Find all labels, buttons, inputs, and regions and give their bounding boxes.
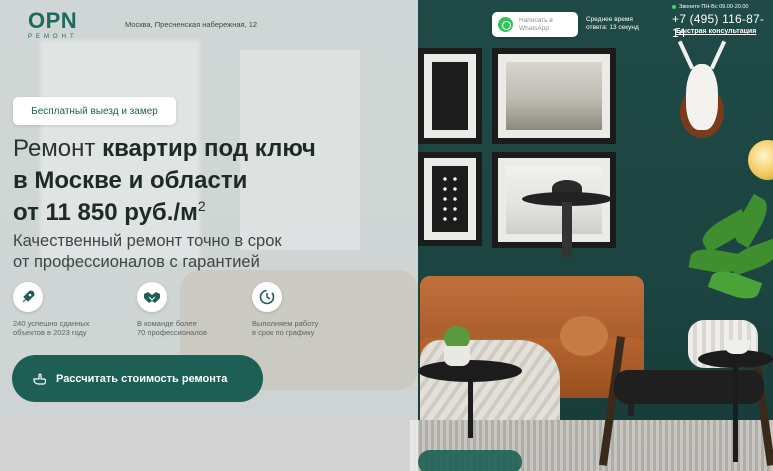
page-title: Ремонт квартир под ключ в Москве и облас… [13, 133, 316, 229]
cup [724, 340, 750, 354]
feature-line1: 240 успешно сданных [13, 319, 90, 328]
pointer-hand-icon [33, 373, 47, 385]
feature-item: 240 успешно сданных объектов в 2023 году [13, 282, 89, 337]
whatsapp-button[interactable]: Написать в WhatsApp [492, 12, 578, 37]
rocket-icon [13, 282, 43, 312]
armchair [598, 306, 773, 466]
logo-text: OPN [28, 8, 78, 33]
reply-time-info: Среднее время ответа: 13 секунд [586, 16, 639, 32]
online-dot-icon [672, 5, 676, 9]
feature-line1: В команде более [137, 319, 197, 328]
title-line2: в Москве и области [13, 167, 248, 194]
title-bold: квартир под ключ [102, 135, 316, 162]
wall-art-frame [492, 48, 616, 144]
working-hours: Звоните ПН-Вс 09.00-20.00 [672, 4, 748, 10]
whatsapp-label-line1: Написать в [519, 16, 553, 24]
calculate-cost-button[interactable]: Рассчитать стоимость ремонта [12, 355, 263, 402]
plant [680, 193, 773, 320]
scroll-pill [418, 450, 522, 471]
hours-text: Звоните ПН-Вс 09.00-20.00 [679, 4, 749, 10]
whatsapp-icon [498, 17, 513, 32]
cta-label: Рассчитать стоимость ремонта [56, 372, 228, 385]
subtitle-line2: от профессионалов с гарантией [13, 253, 260, 271]
subtitle: Качественный ремонт точно в срок от проф… [13, 231, 282, 273]
logo[interactable]: OPN РЕМОНТ [28, 8, 88, 41]
free-visit-badge[interactable]: Бесплатный выезд и замер [13, 97, 176, 125]
phone-link[interactable]: +7 (495) 116-87-14 [672, 12, 773, 40]
deer-head-decor [672, 40, 732, 138]
address: Москва, Пресненская набережная, 12 [125, 20, 258, 29]
wall-art-frame [418, 48, 482, 144]
plant-pot [444, 346, 470, 366]
feature-item: Выполняем работу в срок по графику [252, 282, 318, 337]
subtitle-line1: Качественный ремонт точно в срок [13, 232, 282, 250]
title-sup: 2 [197, 198, 206, 214]
feature-line2: 70 профессионалов [137, 328, 207, 337]
clock-icon [252, 282, 282, 312]
title-line3: от 11 850 руб./м [13, 199, 198, 226]
reply-line2: ответа: 13 секунд [586, 24, 639, 31]
wall-art-frame [418, 152, 482, 246]
consult-link[interactable]: Быстрая консультация [676, 28, 756, 35]
whatsapp-label-line2: WhatsApp [519, 24, 549, 32]
wall-art-frame [492, 152, 616, 257]
throw-blanket [420, 340, 560, 430]
feature-line2: в срок по графику [252, 328, 315, 337]
feature-line2: объектов в 2023 году [13, 328, 87, 337]
feature-line1: Выполняем работу [252, 319, 319, 328]
reply-line1: Среднее время [586, 16, 633, 23]
logo-subtext: РЕМОНТ [28, 34, 78, 40]
feature-item: В команде более 70 профессионалов [137, 282, 207, 337]
title-light: Ремонт [13, 135, 103, 162]
handshake-icon [137, 282, 167, 312]
